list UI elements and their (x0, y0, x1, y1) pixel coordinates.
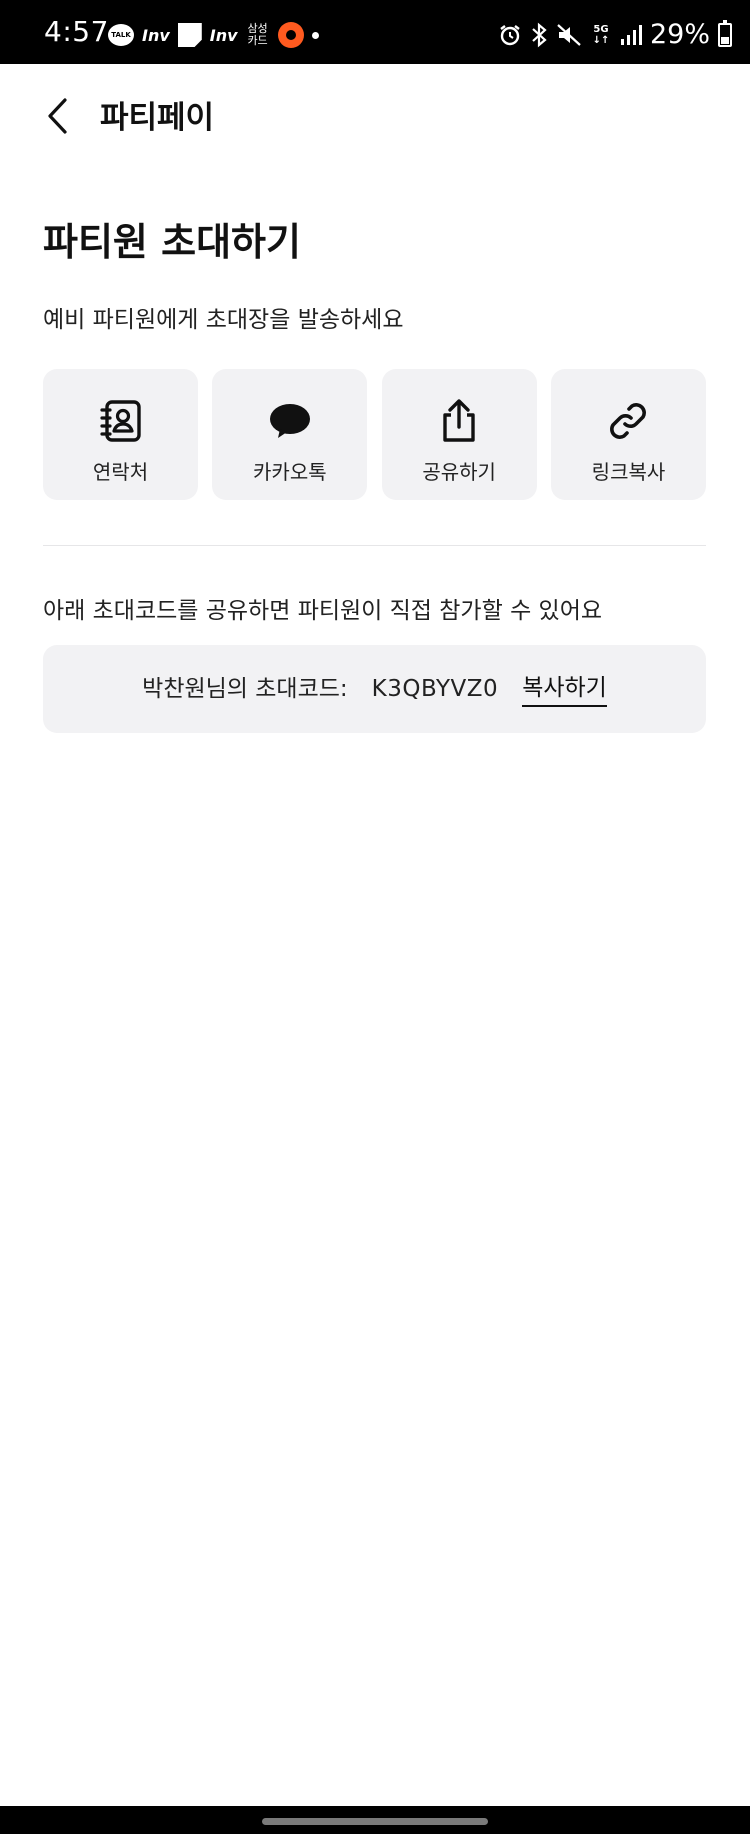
system-icons: 5G ↓↑ 29% (498, 18, 732, 52)
alarm-icon (500, 25, 520, 46)
back-button[interactable] (36, 94, 80, 138)
page-title: 파티원 초대하기 (43, 220, 301, 264)
share-options: 연락처 카카오톡 공유하기 링크복사 (43, 369, 706, 500)
share-kakaotalk-button[interactable]: 카카오톡 (212, 369, 368, 500)
contacts-icon (97, 397, 145, 445)
kakaotalk-icon: TALK (108, 24, 134, 46)
share-system-label: 공유하기 (422, 460, 496, 484)
mute-icon (557, 24, 581, 46)
status-bar: 4:57 TALK Inv Inv 삼성 카드 5G ↓↑ 29% (0, 0, 750, 64)
page-subtitle: 예비 파티원에게 초대장을 발송하세요 (43, 307, 404, 333)
chevron-left-icon (48, 98, 67, 134)
bluetooth-icon (532, 22, 547, 48)
invite-code-label: 박찬원님의 초대코드: (142, 676, 348, 702)
share-copy-link-button[interactable]: 링크복사 (550, 369, 706, 500)
invite-code-value: K3QBYVZ0 (371, 676, 499, 702)
inv-icon: Inv (142, 25, 170, 45)
note-icon (177, 23, 202, 47)
header-title: 파티페이 (100, 100, 215, 136)
battery-icon (718, 20, 732, 47)
share-kakaotalk-label: 카카오톡 (253, 460, 327, 484)
invite-code-description: 아래 초대코드를 공유하면 파티원이 직접 참가할 수 있어요 (43, 598, 603, 624)
kakaotalk-bubble-icon (266, 397, 314, 445)
share-contacts-button[interactable]: 연락처 (43, 369, 198, 500)
copy-code-button[interactable]: 복사하기 (522, 672, 607, 707)
share-system-button[interactable]: 공유하기 (381, 369, 537, 500)
network-5g-icon: 5G ↓↑ (592, 24, 610, 46)
inv-icon-2: Inv (209, 25, 238, 45)
app-header: 파티페이 (0, 64, 750, 174)
home-handle[interactable] (262, 1818, 488, 1825)
section-divider (43, 545, 706, 546)
status-time: 4:57 (44, 15, 109, 48)
navigation-bar (0, 1806, 750, 1834)
share-icon (435, 397, 483, 445)
network-label: 5G (593, 24, 609, 35)
notification-icons: TALK Inv Inv 삼성 카드 (108, 22, 319, 48)
record-icon (277, 22, 304, 48)
battery-percent: 29% (649, 19, 710, 50)
signal-icon (620, 25, 642, 45)
samsung-card-icon: 삼성 카드 (246, 23, 270, 47)
share-contacts-label: 연락처 (92, 460, 149, 484)
invite-code-box: 박찬원님의 초대코드: K3QBYVZ0 복사하기 (43, 645, 706, 733)
link-icon (604, 397, 652, 445)
dot-icon (311, 31, 319, 39)
card-label-line2: 카드 (247, 34, 268, 47)
share-copy-link-label: 링크복사 (591, 460, 666, 484)
